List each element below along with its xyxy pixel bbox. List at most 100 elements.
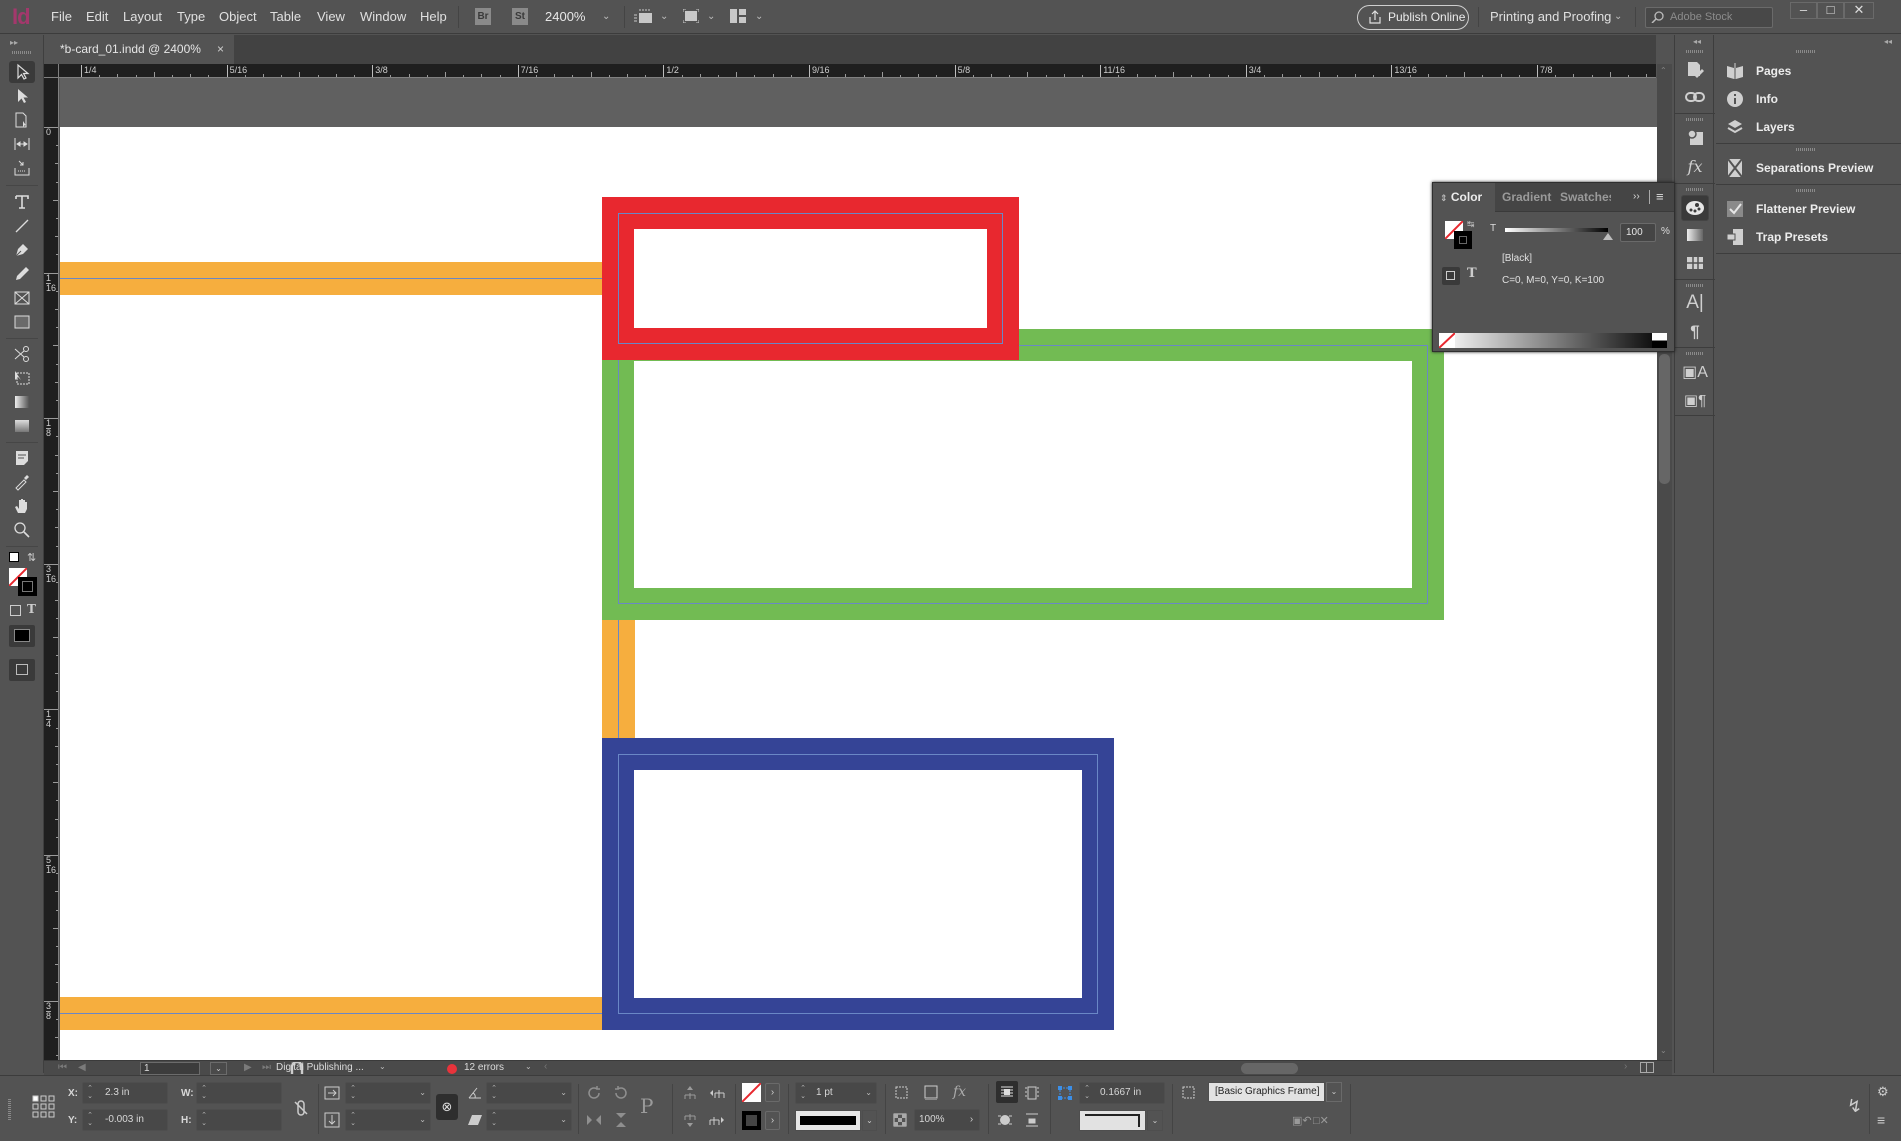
next-page-button[interactable]: ▶ <box>244 1062 252 1073</box>
swatches-icon-button[interactable] <box>1685 253 1705 273</box>
error-count[interactable]: 12 errors <box>464 1062 504 1073</box>
zoom-level-field[interactable]: 2400% <box>545 9 585 24</box>
stroke-swatches-button[interactable]: › <box>765 1111 780 1130</box>
collapse-tools-icon[interactable]: ▸▸ <box>10 38 18 47</box>
gradient-swatch-tool[interactable] <box>9 391 35 413</box>
shear-angle-field[interactable]: ⌃ ⌄ ⌄ <box>486 1109 572 1131</box>
dock-grip[interactable] <box>1686 118 1704 121</box>
document-page[interactable] <box>60 127 1657 1060</box>
shear-dropdown-icon[interactable]: ⌄ <box>560 1110 567 1130</box>
constrain-proportions-icon[interactable] <box>292 1099 310 1117</box>
vertical-ruler[interactable]: 0 1 16 1 8 3 16 1 4 5 16 3 8 <box>44 78 59 1060</box>
corner-shape-field[interactable] <box>1079 1110 1146 1131</box>
opacity-arrow-button[interactable]: › <box>963 1110 980 1130</box>
y-spinner[interactable]: ⌃ ⌄ <box>85 1112 95 1128</box>
maximize-button[interactable]: □ <box>1817 2 1844 19</box>
formatting-container-icon[interactable] <box>10 605 21 616</box>
red-frame[interactable] <box>602 197 1019 360</box>
scissors-tool[interactable] <box>9 343 35 365</box>
width-field[interactable]: ⌃ ⌄ <box>196 1082 282 1104</box>
type-tool[interactable] <box>9 191 35 213</box>
apply-color-button[interactable] <box>9 625 35 647</box>
character-styles-icon-button[interactable]: ▣A <box>1682 362 1708 382</box>
pen-tool[interactable] <box>9 239 35 261</box>
stroke-weight-field[interactable]: ⌃ ⌄ 1 pt ⌄ <box>795 1082 877 1104</box>
wrap-around-bounding-box-button[interactable] <box>996 1081 1018 1103</box>
w-spinner[interactable]: ⌃ ⌄ <box>199 1085 209 1101</box>
select-next-object-icon[interactable] <box>708 1111 726 1129</box>
collapse-panels-icon[interactable]: ◂◂ <box>1884 37 1892 46</box>
rotation-spinner[interactable]: ⌃ ⌄ <box>489 1085 499 1101</box>
x-position-field[interactable]: ⌃ ⌄ 2.3 in <box>82 1082 168 1104</box>
screen-mode-icon[interactable] <box>682 8 700 24</box>
jump-to-next-column-icon[interactable] <box>1023 1111 1041 1129</box>
scale-y-field[interactable]: ⌃ ⌄ ⌄ <box>345 1109 431 1131</box>
select-container-icon[interactable] <box>681 1084 699 1102</box>
stroke-weight-spinner[interactable]: ⌃ ⌄ <box>798 1085 808 1101</box>
preflight-menu-dropdown-icon[interactable]: ⌄ <box>525 1062 532 1071</box>
tint-slider-thumb[interactable] <box>1603 233 1613 240</box>
tint-input[interactable]: 100 <box>1620 223 1656 242</box>
rotate-clockwise-icon[interactable] <box>585 1084 603 1102</box>
drop-shadow-icon[interactable] <box>893 1084 911 1102</box>
arrange-documents-icon[interactable] <box>730 9 746 23</box>
menu-help[interactable]: Help <box>420 9 447 24</box>
color-icon-button[interactable] <box>1681 195 1709 221</box>
pages-icon-button[interactable] <box>1685 59 1705 79</box>
screen-mode-button[interactable] <box>9 659 35 681</box>
ramp-black-white-swatch[interactable] <box>1652 333 1667 348</box>
close-tab-button[interactable]: × <box>217 35 224 64</box>
close-button[interactable]: ✕ <box>1844 2 1874 19</box>
arrange-documents-dropdown-icon[interactable]: ⌄ <box>755 11 763 22</box>
tint-slider[interactable] <box>1505 228 1608 232</box>
corner-size-spinner[interactable]: ⌃ ⌄ <box>1082 1085 1092 1101</box>
stroke-swatch[interactable] <box>18 577 37 596</box>
tab-color[interactable]: ⇕ Color <box>1433 183 1495 212</box>
formatting-text-button[interactable]: T <box>1467 266 1477 281</box>
control-bar-grip[interactable] <box>8 1099 11 1121</box>
clear-overrides-icon[interactable]: ▣↶ <box>1292 1114 1312 1127</box>
clear-non-style-attributes-icon[interactable]: □✕ <box>1313 1114 1329 1127</box>
adobe-stock-search-input[interactable]: Adobe Stock <box>1645 7 1773 28</box>
jump-object-icon[interactable] <box>996 1111 1014 1129</box>
paragraph-icon-button[interactable]: ¶ <box>1685 322 1705 342</box>
panel-grip[interactable] <box>1796 148 1816 151</box>
page-tool[interactable] <box>9 109 35 131</box>
color-stroke-swatch[interactable] <box>1454 231 1472 249</box>
wrap-icon-button[interactable] <box>1685 127 1705 147</box>
fill-color-swatch[interactable] <box>742 1083 761 1102</box>
flip-horizontal-icon[interactable] <box>585 1111 603 1129</box>
line-tool[interactable] <box>9 215 35 237</box>
menu-view[interactable]: View <box>317 9 345 24</box>
panel-grip[interactable] <box>1796 50 1816 53</box>
panel-layers[interactable]: Layers <box>1726 116 1896 138</box>
scale-y-dropdown-icon[interactable]: ⌄ <box>419 1110 426 1130</box>
control-bar-menu-icon[interactable]: ≡ <box>1877 1112 1885 1128</box>
swap-fill-stroke-icon[interactable]: ⇅ <box>27 551 36 564</box>
expand-panel-icon[interactable]: ›› <box>1633 191 1640 202</box>
menu-edit[interactable]: Edit <box>86 9 108 24</box>
formatting-text-icon[interactable]: T <box>27 602 36 616</box>
scroll-right-icon[interactable]: › <box>1624 1061 1627 1072</box>
menu-table[interactable]: Table <box>270 9 301 24</box>
paragraph-styles-icon-button[interactable]: ▣¶ <box>1684 390 1706 410</box>
ruler-origin[interactable] <box>44 64 59 78</box>
bridge-button[interactable]: Br <box>475 8 491 25</box>
document-tab[interactable]: *b-card_01.indd @ 2400% × <box>44 35 234 64</box>
select-previous-object-icon[interactable] <box>708 1084 726 1102</box>
fill-swatches-button[interactable]: › <box>765 1083 780 1102</box>
object-effects-icon[interactable] <box>922 1084 940 1102</box>
workspace-switcher[interactable]: Printing and Proofing <box>1490 9 1611 24</box>
constrain-scale-button[interactable]: ⊗ <box>436 1094 458 1120</box>
scale-x-field[interactable]: ⌃ ⌄ ⌄ <box>345 1082 431 1104</box>
scroll-up-icon[interactable]: ⌃ <box>1660 66 1667 75</box>
pencil-tool[interactable] <box>9 263 35 285</box>
character-icon-button[interactable]: A| <box>1685 292 1705 313</box>
rotation-dropdown-icon[interactable]: ⌄ <box>560 1083 567 1103</box>
effects-icon-button[interactable]: fx <box>1685 156 1705 176</box>
horizontal-scroll-thumb[interactable] <box>1241 1063 1298 1074</box>
stroke-type-dropdown[interactable]: ⌄ <box>862 1110 877 1131</box>
rotation-reference-icon[interactable]: P <box>640 1094 653 1118</box>
pasteboard[interactable] <box>60 78 1657 1060</box>
preflight-profile[interactable]: Digital Publishing ... <box>276 1062 364 1073</box>
